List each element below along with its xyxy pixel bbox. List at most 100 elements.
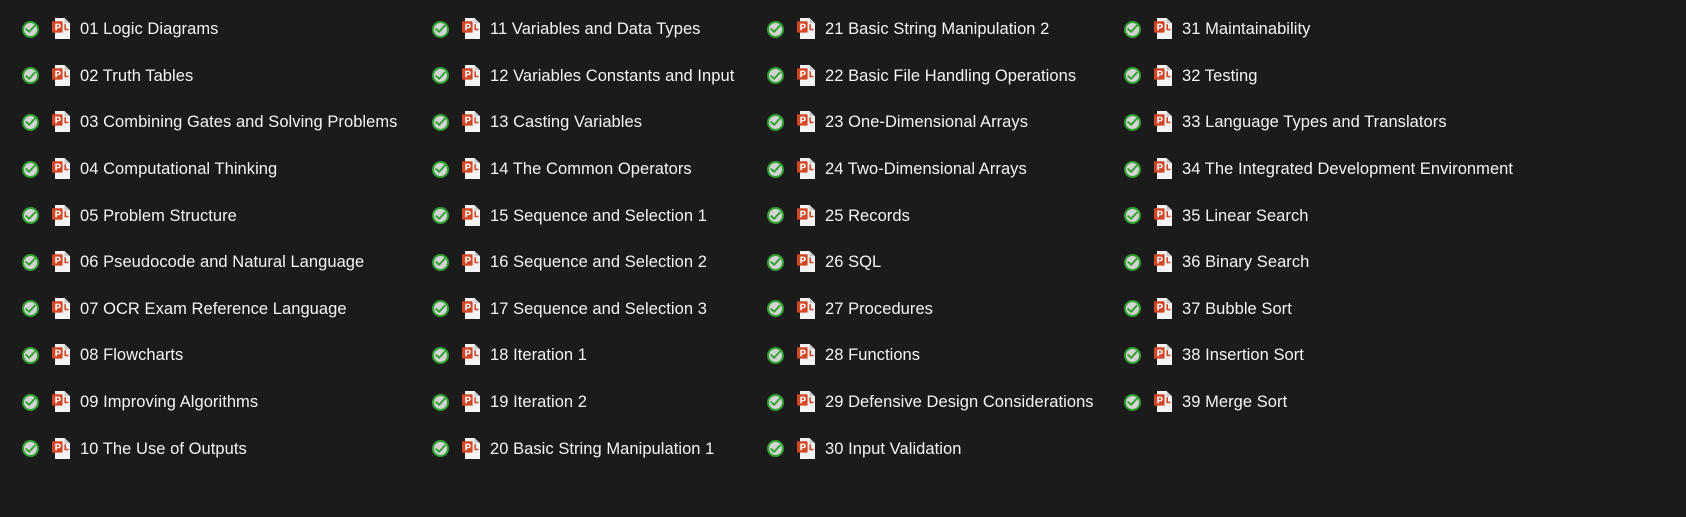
file-list-item[interactable]: 03 Combining Gates and Solving Problems — [22, 99, 442, 146]
file-list-grid: 01 Logic Diagrams 02 Truth Tables 03 Combi… — [0, 0, 1686, 517]
powerpoint-file-icon — [52, 64, 71, 87]
file-name-label: 17 Sequence and Selection 3 — [490, 299, 707, 318]
green-check-circle-icon — [767, 253, 784, 271]
green-check-circle-icon — [432, 207, 449, 225]
file-list-item[interactable]: 08 Flowcharts — [22, 332, 442, 379]
green-check-circle-icon — [22, 67, 39, 85]
powerpoint-file-icon — [797, 204, 816, 227]
powerpoint-file-icon — [462, 18, 481, 40]
file-list-item[interactable]: 36 Binary Search — [1124, 239, 1544, 286]
file-name-label: 11 Variables and Data Types — [490, 20, 701, 39]
file-list-item[interactable]: 05 Problem Structure — [22, 192, 442, 239]
green-check-circle-icon — [767, 113, 784, 131]
green-check-circle-icon — [1124, 113, 1141, 131]
powerpoint-file-icon — [797, 251, 816, 273]
file-list-item[interactable]: 38 Insertion Sort — [1124, 332, 1544, 379]
file-name-label: 25 Records — [825, 206, 910, 225]
green-check-circle-icon — [767, 160, 784, 178]
green-check-circle-icon — [22, 207, 39, 225]
file-name-label: 04 Computational Thinking — [80, 160, 278, 179]
green-check-circle-icon — [432, 440, 449, 458]
powerpoint-file-icon — [462, 344, 481, 366]
file-list-item[interactable]: 07 OCR Exam Reference Language — [22, 286, 442, 333]
powerpoint-file-icon — [1154, 204, 1173, 227]
file-list-item[interactable]: 33 Language Types and Translators — [1124, 99, 1544, 146]
powerpoint-file-icon — [462, 64, 481, 87]
file-list-item[interactable]: 31 Maintainability — [1124, 6, 1544, 53]
file-name-label: 27 Procedures — [825, 299, 933, 318]
green-check-circle-icon — [1124, 160, 1141, 178]
powerpoint-file-icon — [797, 18, 816, 40]
green-check-circle-icon — [432, 113, 449, 131]
file-name-label: 35 Linear Search — [1182, 206, 1309, 225]
file-list-item[interactable]: 35 Linear Search — [1124, 192, 1544, 239]
file-name-label: 33 Language Types and Translators — [1182, 113, 1447, 132]
powerpoint-file-icon — [1154, 158, 1173, 180]
green-check-circle-icon — [432, 393, 449, 411]
powerpoint-file-icon — [52, 437, 71, 460]
file-name-label: 08 Flowcharts — [80, 346, 184, 365]
powerpoint-file-icon — [797, 391, 816, 413]
file-name-label: 14 The Common Operators — [490, 160, 692, 179]
file-name-label: 28 Functions — [825, 346, 921, 365]
powerpoint-file-icon — [1154, 64, 1173, 87]
file-list-item[interactable]: 30 Input Validation — [767, 425, 1187, 472]
file-list-item[interactable]: 09 Improving Algorithms — [22, 379, 442, 426]
powerpoint-file-icon — [462, 158, 481, 180]
file-name-label: 31 Maintainability — [1182, 20, 1311, 39]
powerpoint-file-icon — [52, 18, 71, 40]
file-list-item[interactable]: 34 The Integrated Development Environmen… — [1124, 146, 1544, 193]
file-name-label: 12 Variables Constants and Input — [490, 66, 735, 85]
file-list-item[interactable]: 02 Truth Tables — [22, 53, 442, 100]
green-check-circle-icon — [1124, 207, 1141, 225]
file-name-label: 30 Input Validation — [825, 439, 962, 458]
green-check-circle-icon — [1124, 300, 1141, 318]
green-check-circle-icon — [767, 393, 784, 411]
green-check-circle-icon — [22, 20, 39, 38]
file-name-label: 24 Two-Dimensional Arrays — [825, 160, 1027, 179]
green-check-circle-icon — [767, 207, 784, 225]
green-check-circle-icon — [767, 346, 784, 364]
file-name-label: 37 Bubble Sort — [1182, 299, 1292, 318]
file-list-item[interactable]: 10 The Use of Outputs — [22, 425, 442, 472]
powerpoint-file-icon — [52, 297, 71, 320]
file-list-item[interactable]: 32 Testing — [1124, 53, 1544, 100]
green-check-circle-icon — [22, 346, 39, 364]
powerpoint-file-icon — [462, 111, 481, 133]
file-name-label: 06 Pseudocode and Natural Language — [80, 253, 365, 272]
file-list-item[interactable]: 04 Computational Thinking — [22, 146, 442, 193]
file-name-label: 32 Testing — [1182, 66, 1258, 85]
file-list-item[interactable]: 01 Logic Diagrams — [22, 6, 442, 53]
powerpoint-file-icon — [797, 64, 816, 87]
green-check-circle-icon — [767, 300, 784, 318]
green-check-circle-icon — [1124, 20, 1141, 38]
powerpoint-file-icon — [1154, 111, 1173, 133]
powerpoint-file-icon — [797, 344, 816, 366]
file-list-item[interactable]: 39 Merge Sort — [1124, 379, 1544, 426]
file-name-label: 13 Casting Variables — [490, 113, 643, 132]
powerpoint-file-icon — [52, 391, 71, 413]
green-check-circle-icon — [22, 393, 39, 411]
powerpoint-file-icon — [462, 297, 481, 320]
powerpoint-file-icon — [797, 111, 816, 133]
powerpoint-file-icon — [52, 204, 71, 227]
green-check-circle-icon — [432, 160, 449, 178]
green-check-circle-icon — [432, 300, 449, 318]
file-list-item[interactable]: 06 Pseudocode and Natural Language — [22, 239, 442, 286]
file-name-label: 20 Basic String Manipulation 1 — [490, 439, 715, 458]
powerpoint-file-icon — [797, 437, 816, 460]
green-check-circle-icon — [767, 67, 784, 85]
powerpoint-file-icon — [1154, 18, 1173, 40]
powerpoint-file-icon — [52, 111, 71, 133]
green-check-circle-icon — [1124, 346, 1141, 364]
green-check-circle-icon — [22, 440, 39, 458]
file-name-label: 26 SQL — [825, 253, 882, 272]
green-check-circle-icon — [1124, 67, 1141, 85]
green-check-circle-icon — [22, 253, 39, 271]
green-check-circle-icon — [432, 20, 449, 38]
green-check-circle-icon — [767, 440, 784, 458]
file-name-label: 03 Combining Gates and Solving Problems — [80, 113, 398, 132]
powerpoint-file-icon — [797, 297, 816, 320]
file-list-item[interactable]: 37 Bubble Sort — [1124, 286, 1544, 333]
file-name-label: 01 Logic Diagrams — [80, 20, 219, 39]
